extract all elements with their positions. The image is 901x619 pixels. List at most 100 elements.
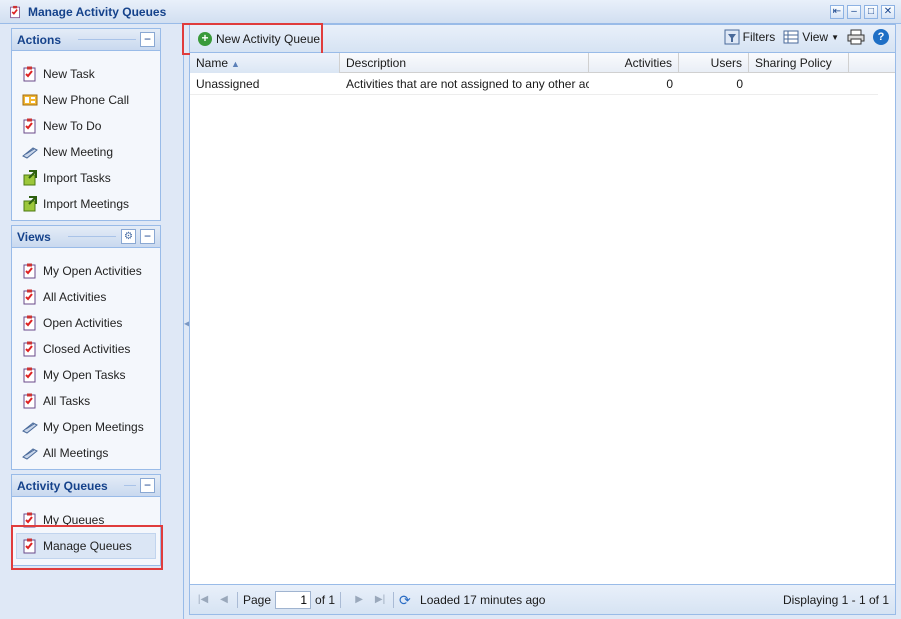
load-status: Loaded 17 minutes ago [420, 592, 546, 607]
collapse-icon[interactable]: − [140, 478, 155, 493]
column-header-name[interactable]: Name ▲ [190, 53, 340, 73]
left-sidebar: Actions − New Task New Phone Call New To… [0, 24, 184, 619]
nav-label: All Tasks [43, 394, 91, 408]
page-number-input[interactable] [275, 590, 312, 609]
nav-label: Import Meetings [43, 197, 130, 211]
nav-label: My Open Meetings [43, 420, 144, 434]
action-new-task[interactable]: New Task [12, 61, 160, 87]
view-my-open-meetings[interactable]: My Open Meetings [12, 414, 160, 440]
column-header-activities[interactable]: Activities [589, 53, 679, 73]
column-label: Sharing Policy [755, 56, 832, 70]
filter-icon [724, 29, 740, 45]
close-icon[interactable]: ✕ [881, 5, 895, 19]
view-all-tasks[interactable]: All Tasks [12, 388, 160, 414]
window-title: Manage Activity Queues [28, 4, 167, 19]
grid-header: Name ▲ Description Activities Users Shari… [190, 53, 895, 73]
last-page-icon[interactable]: ▶| [372, 592, 388, 608]
manage-queues-highlight [11, 525, 163, 570]
print-icon[interactable] [847, 29, 865, 45]
todo-icon [22, 118, 38, 134]
view-all-meetings[interactable]: All Meetings [12, 440, 160, 466]
task-icon [22, 263, 38, 279]
column-header-users[interactable]: Users [679, 53, 749, 73]
cell-users: 0 [736, 77, 743, 91]
cell-name: Unassigned [196, 77, 260, 91]
task-icon [22, 367, 38, 383]
task-icon [22, 315, 38, 331]
column-header-description[interactable]: Description [340, 53, 589, 73]
maximize-icon[interactable]: □ [864, 5, 878, 19]
chevron-down-icon: ▼ [831, 32, 839, 42]
import-icon [22, 196, 38, 212]
view-closed-activities[interactable]: Closed Activities [12, 336, 160, 362]
main-panel: + New Activity Queue Filters View ▼ ? Na… [182, 23, 896, 615]
nav-label: My Open Tasks [43, 368, 126, 382]
restore-icon[interactable]: ⇤ [830, 5, 844, 19]
table-row[interactable]: Unassigned Activities that are not assig… [190, 73, 878, 95]
view-button[interactable]: View ▼ [783, 29, 839, 45]
view-all-activities[interactable]: All Activities [12, 284, 160, 310]
action-new-meeting[interactable]: New Meeting [12, 139, 160, 165]
meeting-icon [22, 144, 38, 160]
cell-description: Activities that are not assigned to any … [346, 77, 589, 91]
gear-icon[interactable]: ⚙ [121, 229, 136, 244]
actions-panel-header: Actions − [12, 29, 160, 51]
collapse-icon[interactable]: − [140, 229, 155, 244]
displaying-count: Displaying 1 - 1 of 1 [782, 592, 889, 607]
new-queue-highlight [182, 23, 323, 55]
activity-queues-panel-title: Activity Queues [17, 478, 108, 493]
clipboard-task-icon [9, 5, 22, 19]
nav-label: My Open Activities [43, 264, 142, 278]
filters-button[interactable]: Filters [724, 29, 776, 45]
window-titlebar: Manage Activity Queues ⇤ – □ ✕ [0, 0, 901, 24]
column-header-sharing-policy[interactable]: Sharing Policy [749, 53, 849, 73]
nav-label: Closed Activities [43, 342, 131, 356]
header-divider [124, 485, 136, 486]
collapse-icon[interactable]: − [140, 32, 155, 47]
nav-label: New To Do [43, 119, 102, 133]
refresh-icon[interactable]: ⟳ [399, 592, 415, 608]
nav-label: All Activities [43, 290, 107, 304]
minimize-icon[interactable]: – [847, 5, 861, 19]
actions-panel: Actions − New Task New Phone Call New To… [11, 28, 161, 221]
views-panel: Views ⚙ − My Open Activities All Activit… [11, 225, 161, 470]
views-panel-header: Views ⚙ − [12, 226, 160, 248]
action-import-meetings[interactable]: Import Meetings [12, 191, 160, 217]
help-icon[interactable]: ? [873, 29, 889, 45]
action-import-tasks[interactable]: Import Tasks [12, 165, 160, 191]
views-panel-title: Views [17, 229, 51, 244]
prev-page-icon[interactable]: ◀ [216, 592, 232, 608]
separator [393, 591, 395, 608]
view-label: View [802, 30, 829, 44]
nav-label: Import Tasks [43, 171, 111, 185]
actions-list: New Task New Phone Call New To Do New Me… [12, 51, 160, 223]
action-new-phone-call[interactable]: New Phone Call [12, 87, 160, 113]
nav-label: Open Activities [43, 316, 123, 330]
view-my-open-activities[interactable]: My Open Activities [12, 258, 160, 284]
actions-panel-title: Actions [17, 32, 62, 47]
nav-label: All Meetings [43, 446, 109, 460]
task-icon [22, 66, 38, 82]
views-list: My Open Activities All Activities Open A… [12, 248, 160, 472]
action-new-todo[interactable]: New To Do [12, 113, 160, 139]
grid-view-icon [783, 29, 799, 45]
first-page-icon[interactable]: |◀ [195, 592, 211, 608]
nav-label: New Meeting [43, 145, 114, 159]
column-label: Description [346, 56, 407, 70]
separator [340, 591, 342, 608]
view-open-activities[interactable]: Open Activities [12, 310, 160, 336]
nav-label: New Task [43, 67, 95, 81]
nav-label: New Phone Call [43, 93, 130, 107]
import-icon [22, 170, 38, 186]
phone-call-icon [22, 92, 38, 108]
task-icon [22, 341, 38, 357]
cell-sharing-policy [749, 73, 849, 95]
window-controls: ⇤ – □ ✕ [830, 5, 895, 19]
view-my-open-tasks[interactable]: My Open Tasks [12, 362, 160, 388]
page-count-label: of 1 [315, 592, 336, 607]
sort-ascending-icon: ▲ [231, 59, 240, 69]
header-divider [78, 39, 136, 40]
toolbar-right: Filters View ▼ ? [724, 29, 889, 45]
filters-label: Filters [742, 30, 776, 44]
next-page-icon[interactable]: ▶ [351, 592, 367, 608]
